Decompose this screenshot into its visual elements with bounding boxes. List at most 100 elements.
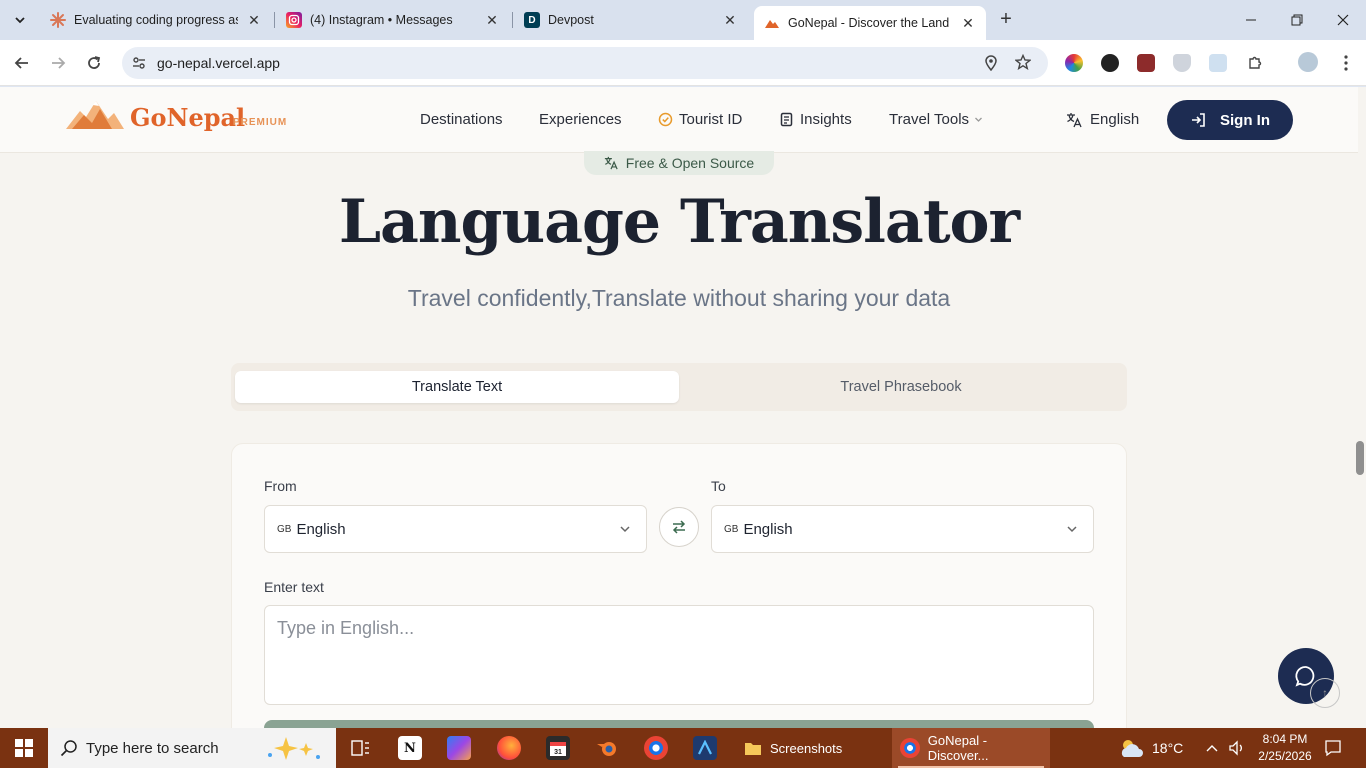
search-icon — [60, 740, 77, 757]
sign-in-label: Sign In — [1220, 111, 1270, 129]
profile-avatar[interactable] — [1298, 52, 1318, 72]
taskbar-search[interactable]: Type here to search — [48, 728, 336, 768]
taskbar-app-screenshots[interactable]: Screenshots — [736, 728, 886, 768]
page-scrollbar[interactable] — [1356, 441, 1364, 475]
badge-check-icon — [658, 112, 673, 127]
tab-title: Evaluating coding progress as a — [74, 13, 238, 27]
browser-tab-devpost[interactable]: D Devpost ✕ — [514, 0, 748, 40]
shield-extension-icon[interactable] — [1173, 54, 1191, 72]
close-window-button[interactable] — [1320, 0, 1366, 40]
devpost-icon: D — [524, 12, 540, 28]
swap-arrows-icon — [672, 520, 686, 534]
arrow-left-icon — [14, 57, 28, 69]
taskbar-app-label: GoNepal - Discover... — [927, 733, 989, 763]
start-button[interactable] — [0, 728, 48, 768]
arrow-right-icon — [52, 57, 66, 69]
tab-search-dropdown[interactable] — [8, 8, 32, 32]
close-icon — [1337, 14, 1349, 26]
notification-icon — [1325, 740, 1341, 757]
browser-tab-claude[interactable]: Evaluating coding progress as a ✕ — [40, 0, 272, 40]
reload-button[interactable] — [81, 50, 107, 76]
notifications-button[interactable] — [1324, 728, 1342, 768]
nav-tourist-id[interactable]: Tourist ID — [658, 111, 742, 128]
mode-tabs: Translate Text Travel Phrasebook — [231, 363, 1127, 411]
login-icon — [1190, 112, 1206, 128]
notion-icon[interactable]: N — [398, 736, 422, 760]
weather-widget[interactable]: 18°C — [1118, 728, 1183, 768]
url-text: go-nepal.vercel.app — [157, 55, 280, 71]
search-placeholder: Type here to search — [86, 739, 219, 757]
new-tab-button[interactable]: + — [994, 8, 1018, 32]
nav-destinations[interactable]: Destinations — [420, 111, 503, 128]
tray-overflow-button[interactable] — [1205, 728, 1219, 768]
copilot-sparkle-icon[interactable] — [264, 735, 324, 761]
address-bar[interactable]: go-nepal.vercel.app — [122, 47, 1048, 79]
sign-in-button[interactable]: Sign In — [1167, 100, 1293, 140]
taskbar-app-chrome-gonepal[interactable]: GoNepal - Discover... — [892, 728, 1050, 768]
tab-title: GoNepal - Discover the Land of — [788, 16, 952, 30]
selected-language: English — [743, 520, 793, 538]
taskbar-app-label: Screenshots — [770, 740, 843, 756]
firefox-icon[interactable] — [497, 736, 521, 760]
volume-button[interactable] — [1228, 728, 1246, 768]
scroll-top-button[interactable]: ↑ — [1310, 678, 1340, 708]
calendar-app-icon[interactable]: 31 — [546, 736, 570, 760]
back-button[interactable] — [9, 50, 35, 76]
nav-insights[interactable]: Insights — [779, 111, 852, 128]
browser-tab-gonepal[interactable]: GoNepal - Discover the Land of ✕ — [754, 6, 986, 40]
page-title: Language Translator — [338, 187, 1020, 257]
bookmark-star-icon[interactable] — [1015, 54, 1031, 70]
language-switcher[interactable]: English — [1066, 111, 1139, 128]
restore-icon — [1291, 14, 1303, 26]
task-view-icon[interactable] — [348, 736, 372, 760]
color-extension-icon[interactable] — [1065, 54, 1083, 72]
minimize-button[interactable] — [1228, 0, 1274, 40]
clock-time: 8:04 PM — [1262, 732, 1308, 746]
tab-translate-text[interactable]: Translate Text — [235, 371, 679, 403]
chevron-up-icon — [1206, 745, 1218, 752]
close-tab-icon[interactable]: ✕ — [484, 12, 500, 28]
browser-menu-button[interactable] — [1333, 50, 1359, 76]
blender-icon[interactable] — [595, 736, 619, 760]
image-extension-icon[interactable] — [1137, 54, 1155, 72]
source-text-input[interactable]: Type in English... — [264, 605, 1094, 705]
tab-separator — [512, 12, 513, 28]
forward-button[interactable] — [45, 50, 71, 76]
tab-title: Devpost — [548, 13, 594, 27]
nav-experiences[interactable]: Experiences — [539, 111, 622, 128]
browser-tab-instagram[interactable]: (4) Instagram • Messages ✕ — [276, 0, 510, 40]
nav-label: Travel Tools — [889, 111, 970, 128]
to-label: To — [711, 478, 726, 494]
browser-tab-strip: Evaluating coding progress as a ✕ (4) In… — [0, 0, 1366, 40]
page-viewport: GoNepal PREMIUM Destinations Experiences… — [0, 87, 1366, 728]
kebab-menu-icon — [1344, 55, 1348, 71]
extensions-button[interactable] — [1242, 50, 1268, 76]
nav-label: Insights — [800, 111, 852, 128]
claude-icon — [50, 12, 66, 28]
close-tab-icon[interactable]: ✕ — [722, 12, 738, 28]
tab-travel-phrasebook[interactable]: Travel Phrasebook — [679, 371, 1123, 403]
site-info-icon[interactable] — [132, 56, 146, 70]
wordpress-extension-icon[interactable] — [1101, 54, 1119, 72]
swap-languages-button[interactable] — [659, 507, 699, 547]
cube-extension-icon[interactable] — [1209, 54, 1227, 72]
to-language-select[interactable]: GB English — [711, 505, 1094, 553]
tab-title: (4) Instagram • Messages — [310, 13, 453, 27]
logo-wordmark[interactable]: GoNepal — [130, 103, 245, 132]
copilot-icon[interactable] — [447, 736, 471, 760]
chrome-icon[interactable] — [644, 736, 668, 760]
nav-travel-tools[interactable]: Travel Tools — [889, 111, 983, 128]
taskbar-clock[interactable]: 8:04 PM 2/25/2026 — [1250, 731, 1320, 765]
reload-icon — [88, 56, 101, 69]
restore-button[interactable] — [1274, 0, 1320, 40]
location-pin-icon[interactable] — [984, 55, 998, 71]
from-language-select[interactable]: GB English — [264, 505, 647, 553]
translate-button[interactable] — [264, 720, 1094, 728]
close-tab-icon[interactable]: ✕ — [960, 15, 976, 31]
newspaper-icon — [779, 112, 794, 127]
clock-date: 2/25/2026 — [1258, 749, 1312, 763]
mountain-logo-icon[interactable] — [66, 99, 124, 131]
arc-app-icon[interactable] — [693, 736, 717, 760]
close-tab-icon[interactable]: ✕ — [246, 12, 262, 28]
chevron-down-icon — [15, 17, 25, 24]
